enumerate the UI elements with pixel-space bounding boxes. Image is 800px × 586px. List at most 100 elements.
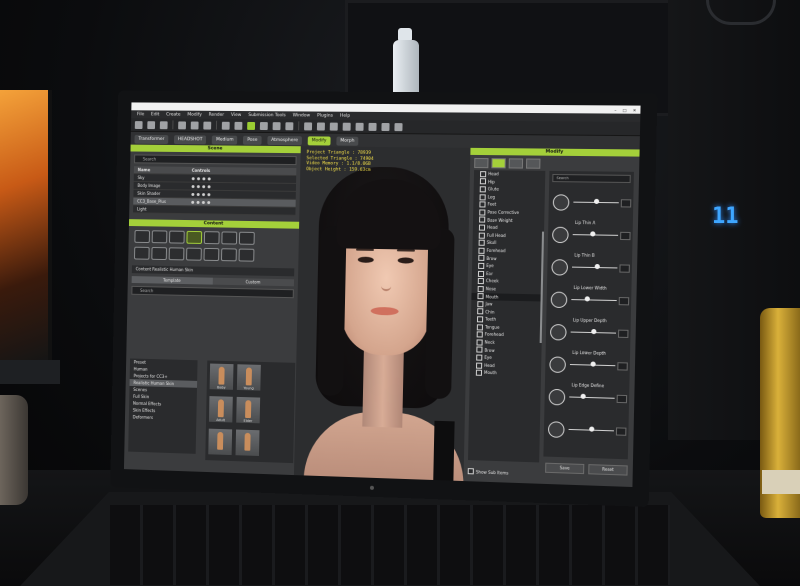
checkbox[interactable]	[476, 339, 482, 345]
morph-slider[interactable]	[544, 412, 629, 447]
morph-icon[interactable]	[169, 231, 185, 244]
slider-track[interactable]	[573, 234, 618, 236]
morph-slider[interactable]: Lip Lower Depth	[545, 347, 630, 382]
visibility-icon[interactable]: ●●●●	[191, 199, 296, 205]
scene-icon[interactable]	[221, 248, 237, 261]
checkbox[interactable]	[479, 240, 485, 246]
checkbox[interactable]	[476, 370, 482, 376]
slider-handle[interactable]	[593, 199, 598, 204]
morph-slider[interactable]: Lip Lower Width	[546, 282, 631, 316]
visibility-icon[interactable]: ●●●●	[192, 176, 297, 182]
visibility-icon[interactable]: ●●●●	[191, 192, 296, 198]
menu-create[interactable]: Create	[166, 112, 181, 117]
checkbox[interactable]	[476, 347, 482, 353]
morph-slider[interactable]: Lip Thin B	[547, 250, 632, 284]
prop-icon[interactable]	[204, 248, 220, 261]
slider-handle[interactable]	[590, 231, 595, 236]
checkbox[interactable]	[479, 232, 485, 238]
redo-icon[interactable]	[234, 121, 242, 129]
menu-edit[interactable]: Edit	[151, 112, 159, 117]
new-icon[interactable]	[135, 121, 143, 129]
menu-modify[interactable]: Modify	[187, 112, 202, 117]
maximize-icon[interactable]: □	[623, 107, 627, 112]
slider-value-field[interactable]	[617, 395, 628, 403]
morph-dial-icon[interactable]	[550, 324, 567, 341]
motion-icon[interactable]	[134, 247, 150, 260]
menu-file[interactable]: File	[137, 112, 144, 117]
thumbnail[interactable]: Adult	[209, 396, 233, 422]
checkbox[interactable]	[478, 247, 484, 253]
thumbnail[interactable]: Baby	[210, 364, 234, 390]
slider-value-field[interactable]	[619, 297, 630, 305]
visibility-icon[interactable]	[191, 210, 295, 212]
rotate-tool-icon[interactable]	[273, 122, 281, 130]
menu-render[interactable]: Render	[209, 112, 225, 117]
morph-dial-icon[interactable]	[549, 356, 566, 373]
reset-button[interactable]: Reset	[588, 464, 627, 476]
slider-value-field[interactable]	[621, 199, 632, 207]
export-icon[interactable]	[191, 121, 199, 129]
3d-viewport[interactable]: Project Triangle : 78939 Selected Triang…	[294, 146, 471, 481]
checkbox[interactable]	[479, 217, 485, 223]
slider-handle[interactable]	[594, 264, 599, 269]
light-icon[interactable]	[186, 248, 202, 261]
quality-select[interactable]: Medium	[212, 135, 238, 144]
checkbox[interactable]	[480, 179, 486, 185]
tab-morph-icon[interactable]	[491, 158, 505, 168]
tab-template[interactable]: Template	[132, 276, 213, 285]
thumbnail[interactable]	[236, 430, 260, 456]
transformer-button[interactable]: Transformer	[134, 134, 168, 143]
camera-icon[interactable]	[169, 247, 185, 260]
slider-value-field[interactable]	[619, 264, 630, 272]
undo-icon[interactable]	[222, 121, 230, 129]
checkbox[interactable]	[477, 316, 483, 322]
morph-button[interactable]: Morph	[336, 136, 358, 145]
morph-slider[interactable]: Lip Edge Define	[544, 380, 629, 415]
checkbox[interactable]	[476, 355, 482, 361]
slider-value-field[interactable]	[620, 232, 631, 240]
pose-button[interactable]: Pose	[243, 135, 261, 144]
slider-value-field[interactable]	[617, 362, 628, 370]
project-icon[interactable]	[134, 230, 150, 243]
tab-material-icon[interactable]	[509, 158, 523, 168]
move-tool-icon[interactable]	[260, 122, 268, 130]
checkbox[interactable]	[480, 171, 486, 177]
checkbox[interactable]	[479, 209, 485, 215]
slider-track[interactable]	[569, 396, 614, 398]
morph-dial-icon[interactable]	[551, 292, 568, 309]
checkbox[interactable]	[478, 286, 484, 292]
grid-icon[interactable]	[381, 122, 389, 130]
morph-dial-icon[interactable]	[549, 389, 566, 406]
morph-dial-icon[interactable]	[552, 227, 569, 243]
checkbox[interactable]	[477, 332, 483, 338]
camera-icon[interactable]	[317, 122, 325, 130]
cloth-icon[interactable]	[221, 231, 237, 244]
checkbox[interactable]	[477, 301, 483, 307]
open-icon[interactable]	[147, 121, 155, 129]
checkbox[interactable]	[477, 324, 483, 330]
pose-icon[interactable]	[151, 247, 167, 260]
import-icon[interactable]	[178, 121, 186, 129]
checkbox[interactable]	[468, 468, 474, 474]
slider-track[interactable]	[571, 299, 616, 301]
select-tool-icon[interactable]	[247, 121, 255, 129]
checkbox[interactable]	[477, 293, 483, 299]
material-icon[interactable]	[239, 249, 255, 262]
checkbox[interactable]	[480, 186, 486, 192]
thumbnail[interactable]: Elder	[236, 397, 260, 423]
morph-search-input[interactable]: Search	[552, 174, 631, 183]
accessory-icon[interactable]	[239, 232, 255, 245]
menu-submission-tools[interactable]: Submission Tools	[248, 113, 286, 118]
thumbnail[interactable]: Young	[237, 364, 261, 390]
content-search-input[interactable]: Search	[131, 286, 293, 298]
tab-attribute-icon[interactable]	[474, 158, 488, 168]
checkbox[interactable]	[478, 263, 484, 269]
render-icon[interactable]	[203, 121, 211, 129]
slider-handle[interactable]	[585, 296, 590, 301]
minimize-icon[interactable]: –	[614, 107, 616, 112]
slider-value-field[interactable]	[618, 330, 629, 338]
save-icon[interactable]	[160, 121, 168, 129]
checkbox[interactable]	[478, 278, 484, 284]
headshot-button[interactable]: HEADSHOT	[174, 135, 206, 144]
tab-motion-icon[interactable]	[526, 158, 541, 168]
